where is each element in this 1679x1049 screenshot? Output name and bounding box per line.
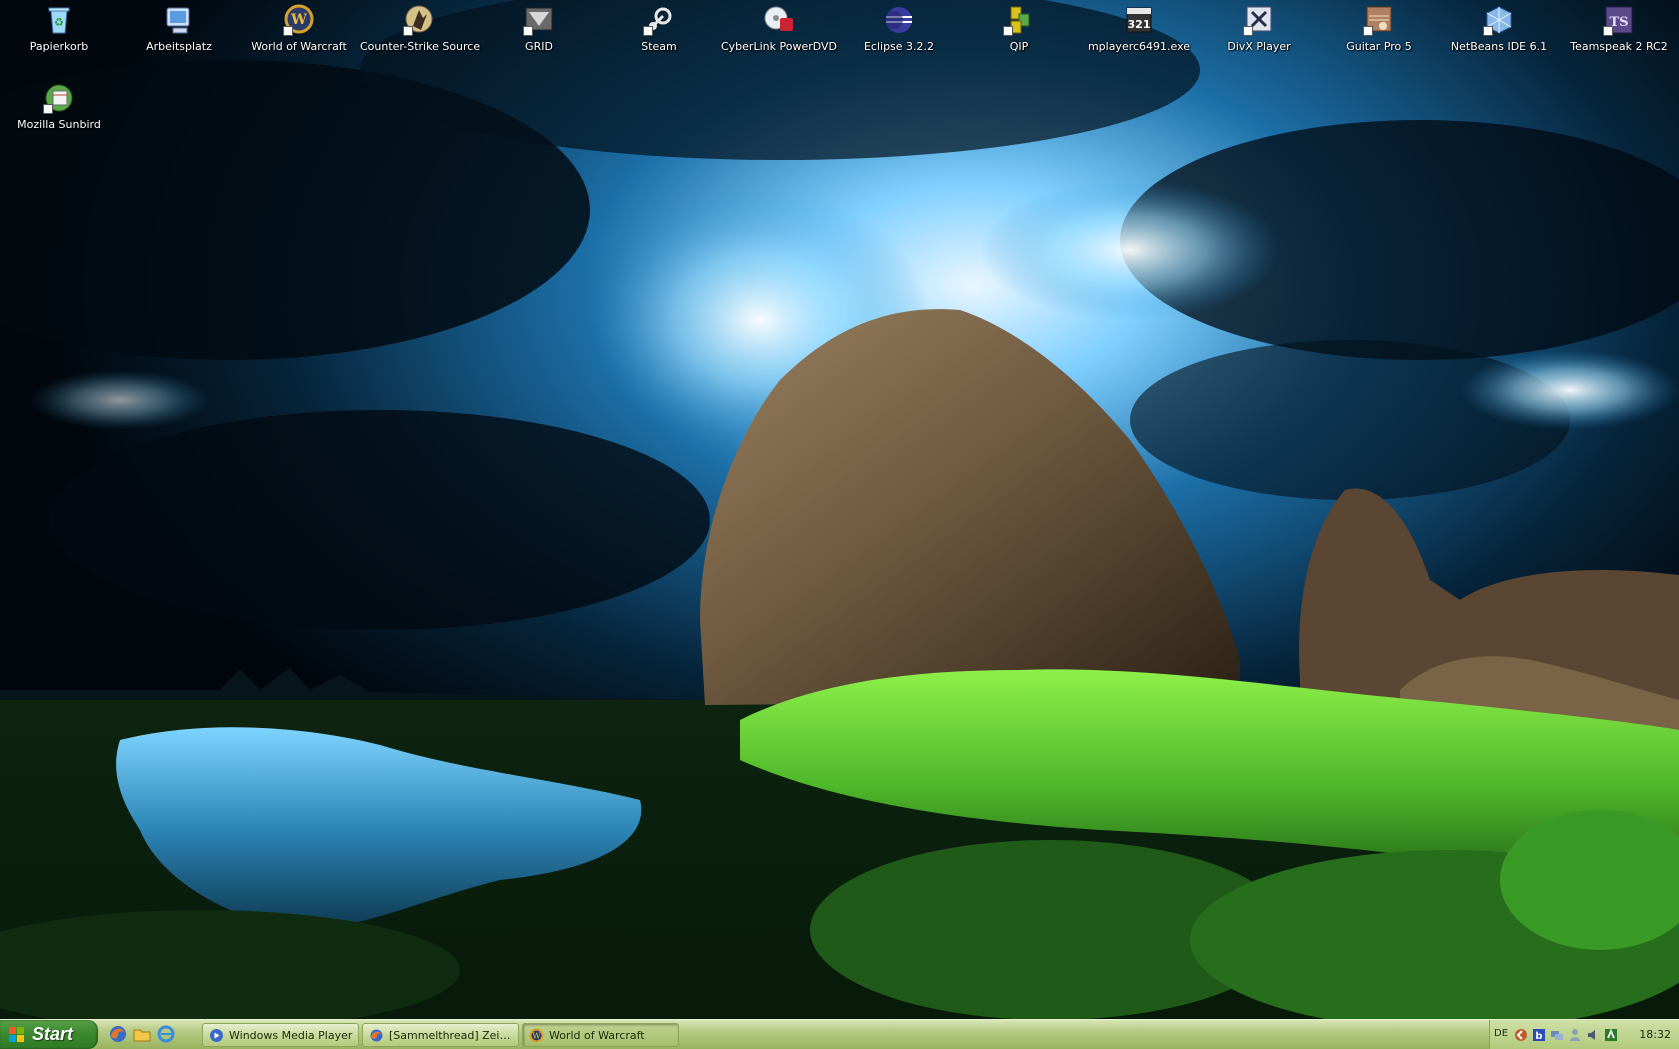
desktop[interactable]: ♻ Papierkorb Arbeitsplatz W World of War… <box>0 0 1679 1019</box>
powerdvd-icon <box>763 4 795 36</box>
shortcut-arrow-icon <box>1003 26 1013 36</box>
internet-explorer-icon[interactable] <box>156 1024 176 1044</box>
firefox-icon <box>369 1028 384 1043</box>
tray-network-icon[interactable] <box>1550 1027 1564 1041</box>
desktop-icon-label: GRID <box>525 40 553 53</box>
svg-text:321: 321 <box>1128 18 1151 31</box>
desktop-icon-divx-player[interactable]: DivX Player <box>1200 2 1318 53</box>
shortcut-arrow-icon <box>643 26 653 36</box>
tray-arrow-icon[interactable] <box>1514 1027 1528 1041</box>
desktop-icon-label: Guitar Pro 5 <box>1346 40 1412 53</box>
desktop-icon-label: CyberLink PowerDVD <box>720 40 837 53</box>
shortcut-arrow-icon <box>43 104 53 114</box>
start-button[interactable]: Start <box>0 1020 98 1049</box>
task-windows-media-player[interactable]: Windows Media Player <box>202 1023 359 1047</box>
desktop-icon-label: Counter-Strike Source <box>360 40 481 53</box>
desktop-icon-world-of-warcraft[interactable]: W World of Warcraft <box>240 2 358 53</box>
shortcut-arrow-icon <box>523 26 533 36</box>
recycle-bin-icon: ♻ <box>43 4 75 36</box>
qip-icon <box>1003 4 1035 36</box>
svg-text:b: b <box>1535 1031 1542 1042</box>
desktop-icon-steam[interactable]: Steam <box>600 2 718 53</box>
task-label: [Sammelthread] Zeigt... <box>389 1029 514 1042</box>
grid-icon <box>523 4 555 36</box>
shortcut-arrow-icon <box>283 26 293 36</box>
windows-logo-icon <box>9 1027 25 1043</box>
shortcut-arrow-icon <box>1483 26 1493 36</box>
teamspeak-icon: TS <box>1603 4 1635 36</box>
tray-user-icon[interactable] <box>1568 1027 1582 1041</box>
desktop-icon-papierkorb[interactable]: ♻ Papierkorb <box>0 2 118 53</box>
svg-text:W: W <box>532 1032 541 1041</box>
desktop-icon-qip[interactable]: QIP <box>960 2 1078 53</box>
eclipse-icon <box>883 4 915 36</box>
desktop-icon-label: Eclipse 3.2.2 <box>863 40 935 53</box>
desktop-icon-label: Steam <box>641 40 677 53</box>
tray-speaker-icon[interactable] <box>1586 1027 1600 1041</box>
clock[interactable]: 18:32 <box>1639 1028 1671 1041</box>
desktop-icon-label: mplayerc6491.exe <box>1087 40 1191 53</box>
desktop-icon-teamspeak[interactable]: TS Teamspeak 2 RC2 <box>1560 2 1678 53</box>
my-computer-icon <box>163 4 195 36</box>
guitar-pro-icon <box>1363 4 1395 36</box>
task-label: Windows Media Player <box>229 1029 353 1042</box>
desktop-icon-grid[interactable]: GRID <box>480 2 598 53</box>
desktop-icon-cyberlink-powerdvd[interactable]: CyberLink PowerDVD <box>720 2 838 53</box>
task-label: World of Warcraft <box>549 1029 645 1042</box>
desktop-icon-eclipse[interactable]: Eclipse 3.2.2 <box>840 2 958 53</box>
divx-icon <box>1243 4 1275 36</box>
tray-b-icon[interactable]: b <box>1532 1027 1546 1042</box>
language-indicator[interactable]: DE <box>1494 1028 1508 1039</box>
desktop-icon-mplayerc[interactable]: 321 mplayerc6491.exe <box>1080 2 1198 53</box>
start-label: Start <box>32 1024 74 1044</box>
shortcut-arrow-icon <box>1363 26 1373 36</box>
desktop-icon-label: Mozilla Sunbird <box>17 118 101 131</box>
wow-icon: W <box>529 1028 544 1043</box>
wallpaper <box>0 0 1679 1019</box>
shortcut-arrow-icon <box>1603 26 1613 36</box>
shortcut-arrow-icon <box>1243 26 1253 36</box>
steam-icon <box>643 4 675 36</box>
desktop-icon-counter-strike-source[interactable]: Counter-Strike Source <box>360 2 481 53</box>
task-world-of-warcraft[interactable]: W World of Warcraft <box>522 1023 679 1047</box>
desktop-icon-label: Papierkorb <box>29 40 89 53</box>
firefox-icon[interactable] <box>108 1024 128 1044</box>
media-player-icon <box>209 1028 224 1043</box>
taskbar: Start » Windows Media Player [Sammelthre… <box>0 1019 1679 1049</box>
sunbird-icon <box>43 82 75 114</box>
desktop-icon-label: Teamspeak 2 RC2 <box>1570 40 1668 53</box>
desktop-icon-label: NetBeans IDE 6.1 <box>1450 40 1548 53</box>
desktop-icon-label: DivX Player <box>1227 40 1291 53</box>
desktop-icon-label: QIP <box>1009 40 1029 53</box>
tray-app-icon[interactable] <box>1604 1027 1618 1041</box>
svg-text:♻: ♻ <box>54 16 64 29</box>
desktop-icon-netbeans[interactable]: NetBeans IDE 6.1 <box>1440 2 1558 53</box>
desktop-icon-label: Arbeitsplatz <box>146 40 212 53</box>
netbeans-icon <box>1483 4 1515 36</box>
desktop-icon-guitar-pro[interactable]: Guitar Pro 5 <box>1320 2 1438 53</box>
task-firefox-sammelthread[interactable]: [Sammelthread] Zeigt... <box>362 1023 519 1047</box>
system-tray: DE b 18:32 <box>1489 1020 1679 1049</box>
explorer-folder-icon[interactable] <box>132 1024 152 1044</box>
desktop-icon-label: World of Warcraft <box>251 40 347 53</box>
cs-source-icon <box>403 4 435 36</box>
desktop-icon-mozilla-sunbird[interactable]: Mozilla Sunbird <box>0 80 118 131</box>
shortcut-arrow-icon <box>403 26 413 36</box>
mplayer-icon: 321 <box>1123 4 1155 36</box>
desktop-icon-arbeitsplatz[interactable]: Arbeitsplatz <box>120 2 238 53</box>
wow-icon: W <box>283 4 315 36</box>
